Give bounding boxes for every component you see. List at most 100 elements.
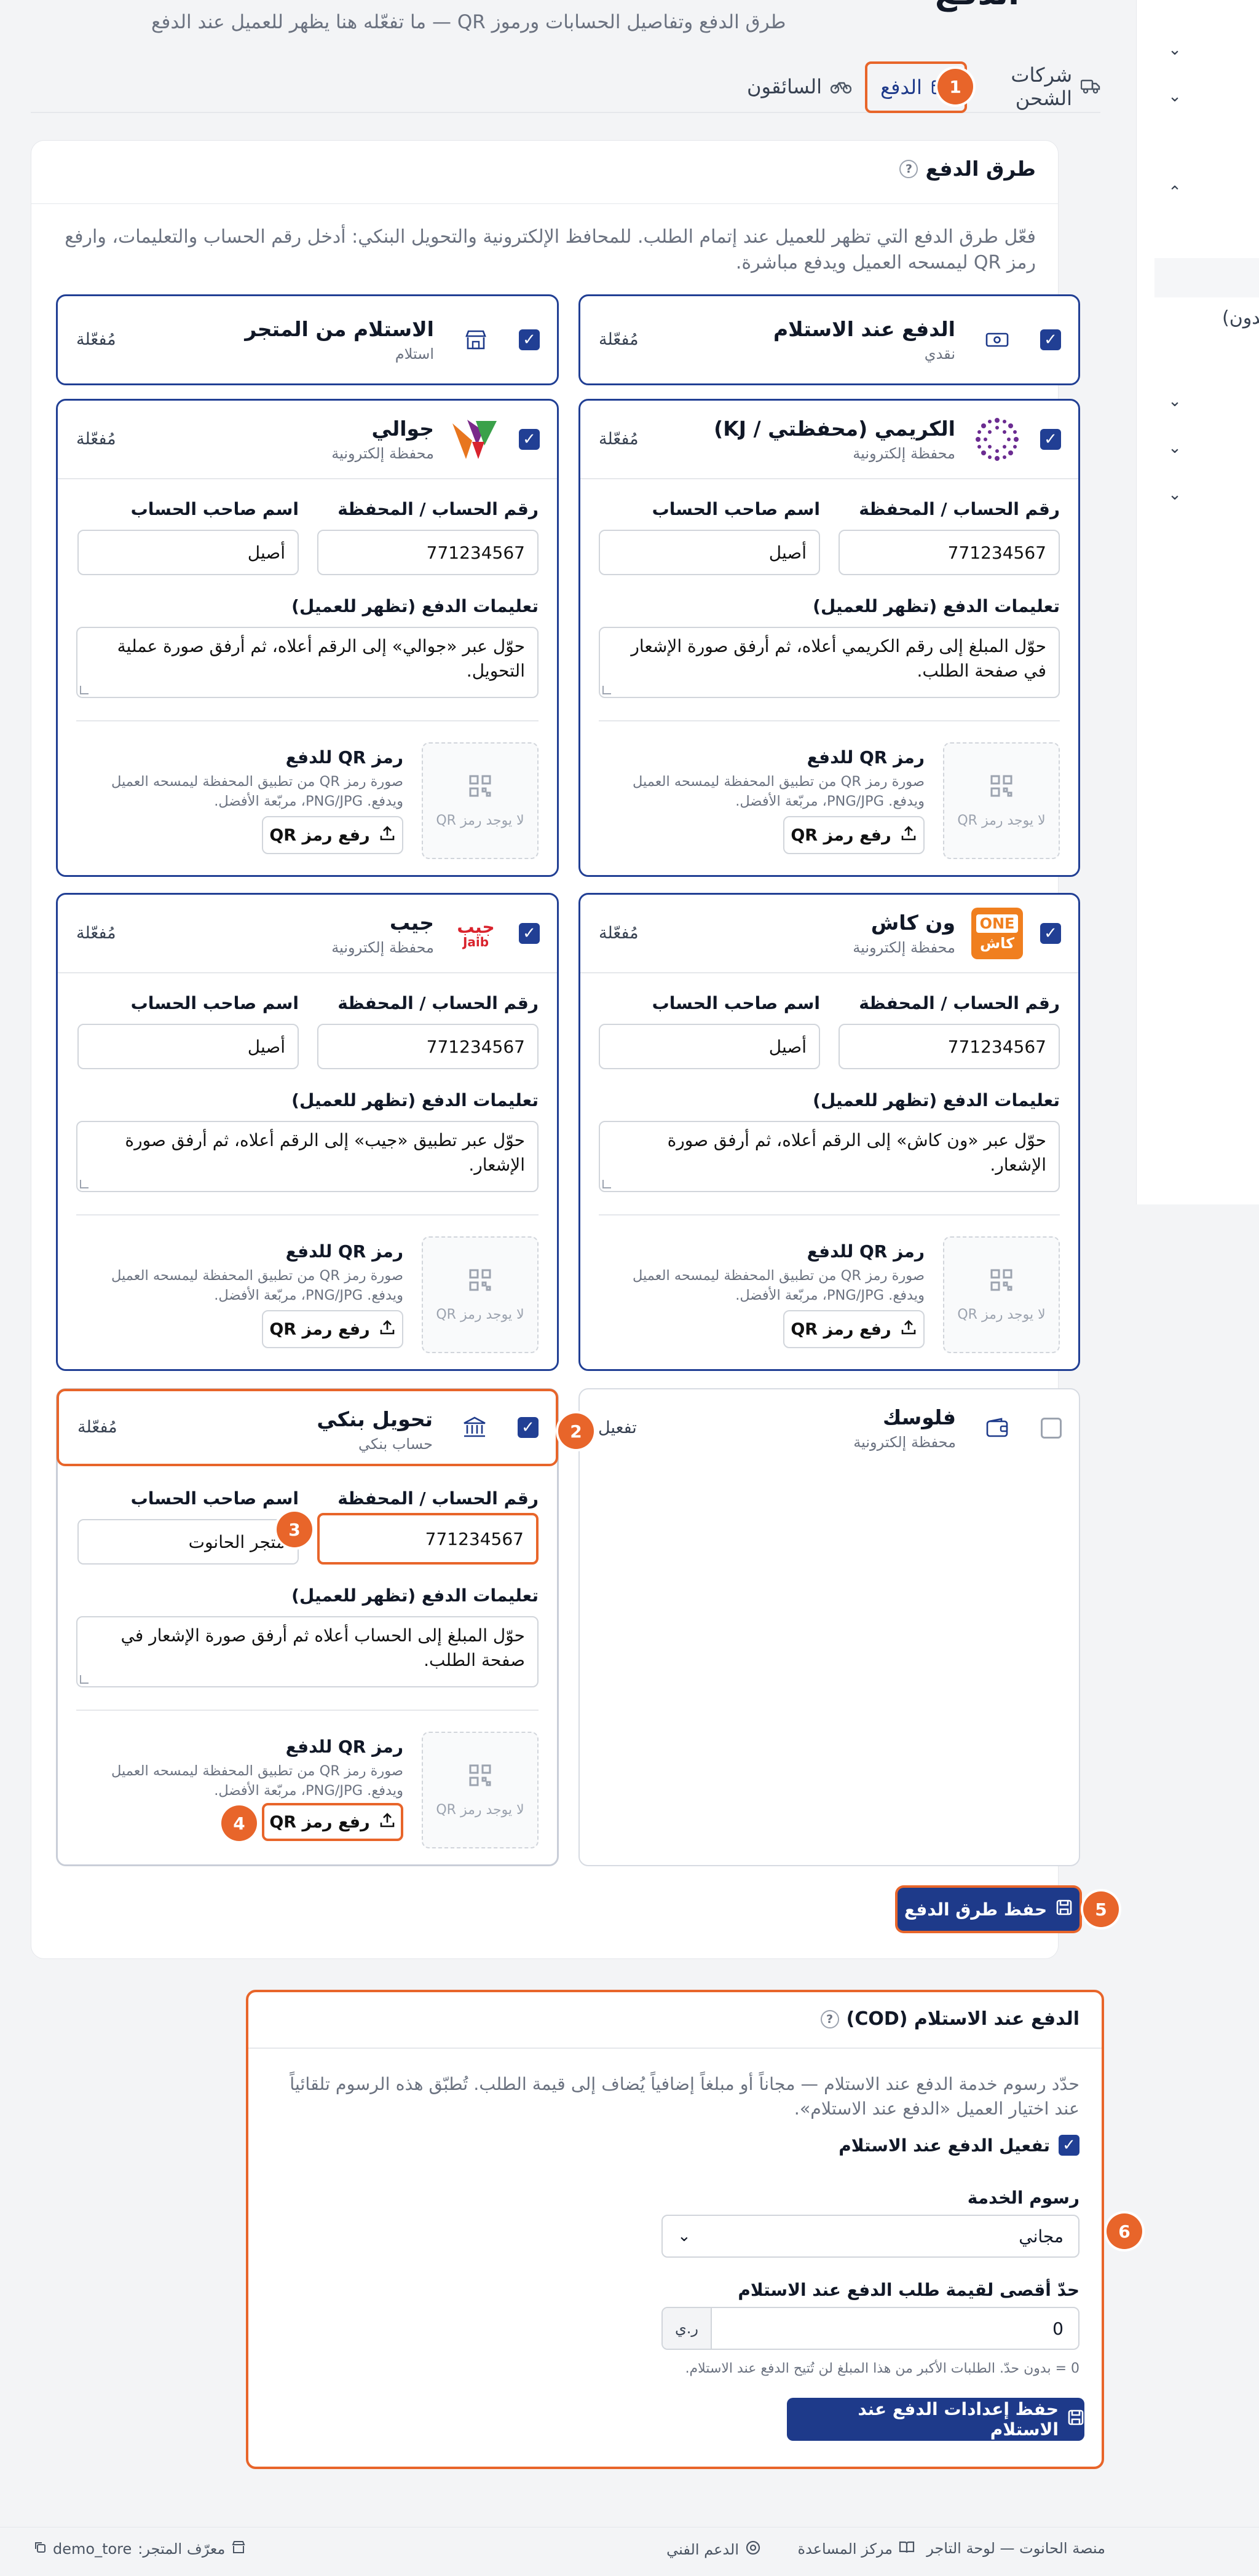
method-checkbox[interactable]: ✓ [518, 1417, 539, 1438]
method-header[interactable]: ✓ الاستلام من المتجر استلام مُفعّلة [58, 296, 557, 383]
chevron-up-icon[interactable]: ⌃ [1164, 182, 1185, 203]
method-header[interactable]: ✓ ONE كاش ون كاش محفظة إلكترونية مُفعّلة [580, 895, 1078, 972]
footer-help-center-link[interactable]: مركز المساعدة [798, 2540, 915, 2558]
account-number-input[interactable]: 771234567 [839, 1024, 1060, 1069]
method-header[interactable]: ✓ تحويل بنكي حساب بنكي مُفعّلة [57, 1389, 558, 1466]
qr-placeholder: لا يوجد رمز QR [943, 742, 1060, 859]
step-marker-3: 3 [277, 1512, 312, 1547]
method-checkbox[interactable]: ✓ [519, 923, 540, 944]
method-header[interactable]: ✓ الدفع عند الاستلام نقدي مُفعّلة [580, 296, 1078, 383]
instructions-textarea[interactable]: حوّل عبر تطبيق «جيب» إلى الرقم أعلاه، ثم… [76, 1121, 539, 1192]
method-jawali-card: ✓ جوالي محفظة إلكترونية مُفعّلة رقم الحس… [56, 399, 559, 877]
account-number-input[interactable]: 771234567 [317, 1024, 539, 1069]
tab-label: الدفع [880, 76, 922, 99]
onecash-logo: ONE كاش [970, 906, 1024, 960]
cod-max-input[interactable]: 0 ر.ي [661, 2307, 1079, 2350]
qr-title: رمز QR للدفع [285, 1737, 403, 1757]
help-icon[interactable]: ? [899, 159, 918, 178]
divider [76, 1710, 539, 1711]
method-type: محفظة إلكترونية [331, 939, 434, 956]
method-checkbox[interactable]: ✓ [519, 429, 540, 450]
method-checkbox[interactable]: ✓ [519, 329, 540, 350]
instructions-textarea[interactable]: حوّل عبر «ون كاش» إلى الرقم أعلاه، ثم أر… [599, 1121, 1060, 1192]
divider [58, 972, 557, 973]
method-onecash-card: ✓ ONE كاش ون كاش محفظة إلكترونية مُفعّلة… [578, 893, 1080, 1371]
method-name: تحويل بنكي [317, 1407, 433, 1431]
upload-qr-button[interactable]: رفع رمز QR [262, 816, 403, 854]
upload-qr-button[interactable]: رفع رمز QR [783, 816, 925, 854]
wallet-icon [971, 1401, 1025, 1455]
instructions-textarea[interactable]: حوّل عبر «جوالي» إلى الرقم أعلاه، ثم أرف… [76, 627, 539, 698]
method-floosak-card: فلوسك محفظة إلكترونية تفعيل [578, 1388, 1080, 1866]
cod-enable-checkbox[interactable]: ✓ [1059, 2135, 1079, 2156]
method-header[interactable]: ✓ جوالي محفظة إلكترونية مُفعّلة [58, 401, 557, 478]
copy-icon[interactable] [33, 2540, 47, 2558]
cod-max-hint: 0 = بدون حدّ. الطلبات الأكبر من هذا المب… [685, 2361, 1079, 2376]
qr-icon [989, 1268, 1014, 1296]
tab-carriers[interactable]: شركات الشحن [996, 61, 1100, 112]
method-jaib-card: ✓ جيب Jaib جيب محفظة إلكترونية مُفعّلة ر… [56, 893, 559, 1371]
qr-icon [989, 774, 1014, 802]
chevron-down-icon[interactable]: ⌄ [1164, 438, 1185, 458]
upload-label: رفع رمز QR [269, 1319, 370, 1339]
save-payment-methods-button[interactable]: حفظ طرق الدفع [898, 1888, 1079, 1931]
method-type: محفظة إلكترونية [331, 445, 434, 462]
save-cod-settings-button[interactable]: حفظ إعدادات الدفع عند الاستلام [787, 2398, 1084, 2441]
instructions-textarea[interactable]: حوّل المبلغ إلى الحساب أعلاه ثم أرفق صور… [76, 1616, 539, 1687]
account-holder-input[interactable]: أصيل [77, 1024, 299, 1069]
chevron-down-icon[interactable]: ⌄ [1164, 484, 1185, 505]
account-number-input[interactable]: 771234567 [317, 1513, 539, 1565]
method-checkbox[interactable] [1041, 1418, 1062, 1439]
account-holder-label: اسم صاحب الحساب [130, 499, 299, 519]
sidebar-active-row[interactable] [1154, 258, 1259, 297]
chevron-down-icon[interactable]: ⌄ [1164, 391, 1185, 412]
account-holder-input[interactable]: أصيل [599, 1024, 820, 1069]
chevron-down-icon[interactable]: ⌄ [1164, 86, 1185, 107]
qr-title: رمز QR للدفع [285, 1241, 403, 1262]
instructions-textarea[interactable]: حوّل المبلغ إلى رقم الكريمي أعلاه، ثم أر… [599, 627, 1060, 698]
method-checkbox[interactable]: ✓ [1040, 329, 1061, 350]
chevron-down-icon[interactable]: ⌄ [1164, 39, 1185, 60]
sidebar-truncated-label: (بدون [1222, 307, 1259, 329]
method-header[interactable]: ✓ جيب Jaib جيب محفظة إلكترونية مُفعّلة [58, 895, 557, 972]
instructions-text: حوّل المبلغ إلى رقم الكريمي أعلاه، ثم أر… [631, 636, 1046, 681]
upload-label: رفع رمز QR [269, 825, 370, 845]
upload-qr-button[interactable]: رفع رمز QR [262, 1803, 403, 1841]
method-header[interactable]: فلوسك محفظة إلكترونية تفعيل [580, 1389, 1079, 1467]
jawali-logo [449, 412, 503, 466]
qr-placeholder: لا يوجد رمز QR [422, 1236, 539, 1353]
account-holder-input[interactable]: متجر الحانوت [77, 1519, 299, 1565]
method-status: مُفعّلة [77, 1418, 117, 1437]
account-holder-input[interactable]: أصيل [77, 530, 299, 575]
no-qr-text: لا يوجد رمز QR [436, 812, 524, 828]
method-header[interactable]: ✓ الكريمي (محفظتي / KJ) محفظة إلكترونية … [580, 401, 1078, 478]
cod-fee-select[interactable]: مجاني ⌄ [661, 2215, 1079, 2258]
tab-label: السائقون [747, 75, 823, 98]
method-name: الدفع عند الاستلام [773, 317, 955, 341]
upload-qr-button[interactable]: رفع رمز QR [262, 1310, 403, 1348]
account-holder-input[interactable]: أصيل [599, 530, 820, 575]
account-number-input[interactable]: 771234567 [317, 530, 539, 575]
instructions-label: تعليمات الدفع (تظهر للعميل) [291, 1585, 539, 1606]
method-name: الاستلام من المتجر [245, 317, 434, 341]
method-status: مُفعّلة [599, 330, 639, 349]
step-marker-1: 1 [937, 69, 973, 104]
upload-qr-button[interactable]: رفع رمز QR [783, 1310, 925, 1348]
method-checkbox[interactable]: ✓ [1040, 429, 1061, 450]
instructions-text: حوّل عبر «جوالي» إلى الرقم أعلاه، ثم أرف… [117, 636, 525, 681]
upload-icon [900, 1319, 917, 1340]
step-marker-6: 6 [1107, 2213, 1142, 2249]
no-qr-text: لا يوجد رمز QR [957, 1306, 1046, 1322]
help-icon[interactable]: ? [820, 2009, 839, 2028]
tab-drivers[interactable]: السائقون [747, 61, 852, 112]
method-type: استلام [395, 345, 434, 363]
cod-enable-row[interactable]: ✓ تفعيل الدفع عند الاستلام [839, 2135, 1079, 2156]
cod-fee-label: رسوم الخدمة [967, 2188, 1079, 2208]
divider [58, 478, 557, 479]
account-number-input[interactable]: 771234567 [839, 530, 1060, 575]
bicycle-icon [831, 77, 852, 96]
footer-support-link[interactable]: الدعم الفني [666, 2540, 761, 2559]
qr-help-text: صورة رمز QR من تطبيق المحفظة ليمسحه العم… [632, 1268, 925, 1303]
method-checkbox[interactable]: ✓ [1040, 923, 1061, 944]
qr-title: رمز QR للدفع [285, 747, 403, 768]
